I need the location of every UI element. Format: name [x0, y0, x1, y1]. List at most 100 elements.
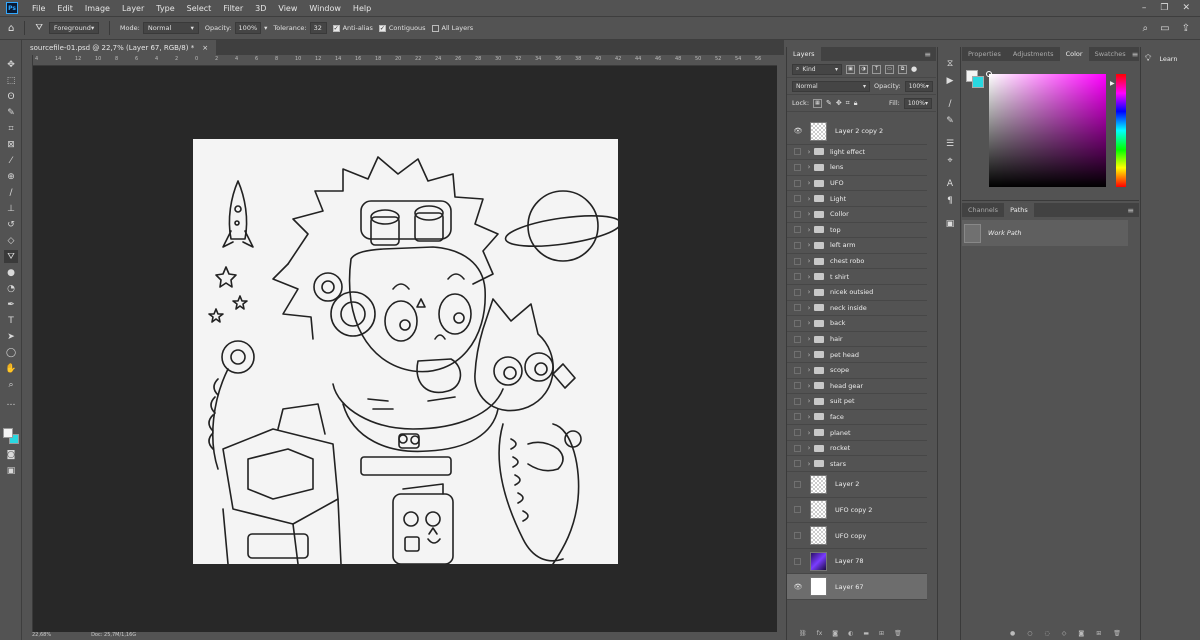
filter-toggle-icon[interactable]: ● — [911, 65, 917, 73]
layer-group-row[interactable]: › lens — [787, 160, 927, 176]
visibility-toggle-box[interactable] — [794, 288, 801, 296]
layer-row[interactable]: Layer 2 — [787, 472, 927, 498]
visibility-toggle-box[interactable] — [794, 444, 801, 452]
type-tool-icon[interactable]: T — [4, 314, 18, 327]
visibility-toggle-box[interactable] — [794, 148, 801, 156]
healing-brush-tool-icon[interactable]: ⊕ — [4, 170, 18, 183]
menu-layer[interactable]: Layer — [116, 4, 150, 13]
visibility-toggle-box[interactable] — [794, 532, 801, 540]
tab-properties[interactable]: Properties — [962, 47, 1007, 61]
menu-type[interactable]: Type — [150, 4, 180, 13]
add-mask-icon[interactable]: ◙ — [832, 630, 838, 640]
brush-tool-icon[interactable]: ∕ — [4, 186, 18, 199]
visibility-toggle-box[interactable] — [794, 506, 801, 514]
chevron-right-icon[interactable]: › — [804, 163, 814, 171]
visibility-toggle-box[interactable] — [794, 319, 801, 327]
layer-group-row[interactable]: › Collor — [787, 207, 927, 223]
menu-window[interactable]: Window — [303, 4, 347, 13]
layer-opacity-field[interactable]: 100% ▾ — [904, 80, 933, 92]
layer-group-row[interactable]: › Light — [787, 191, 927, 207]
menu-help[interactable]: Help — [347, 4, 377, 13]
history-icon[interactable]: ⧖ — [943, 57, 957, 71]
foreground-color-swatch[interactable] — [3, 428, 13, 438]
layer-group-row[interactable]: › t shirt — [787, 269, 927, 285]
layer-group-row[interactable]: › top — [787, 223, 927, 239]
visibility-eye-icon[interactable]: 👁︎ — [792, 127, 804, 135]
anti-alias-checkbox[interactable]: ✓ Anti-alias — [332, 24, 373, 32]
layer-thumbnail[interactable] — [810, 500, 827, 520]
actions-play-icon[interactable]: ▶ — [943, 74, 957, 88]
filter-pixel-icon[interactable]: ▣ — [846, 64, 855, 74]
document-canvas[interactable] — [193, 139, 618, 564]
chevron-right-icon[interactable]: › — [804, 241, 814, 249]
layer-filter-kind-select[interactable]: ⌕ Kind ▾ — [792, 63, 842, 75]
layer-row[interactable]: UFO copy — [787, 523, 927, 549]
layer-thumbnail[interactable] — [810, 121, 827, 141]
background-color-chip[interactable] — [972, 76, 984, 88]
chevron-right-icon[interactable]: › — [804, 195, 814, 203]
visibility-toggle-box[interactable] — [794, 460, 801, 468]
menu-3d[interactable]: 3D — [249, 4, 272, 13]
fill-source-select[interactable]: Foreground ▾ — [48, 22, 99, 34]
brush-settings-icon[interactable]: ∕ — [943, 97, 957, 111]
all-layers-checkbox[interactable]: All Layers — [431, 24, 473, 32]
character-icon[interactable]: A — [943, 177, 957, 191]
contiguous-checkbox[interactable]: ✓ Contiguous — [378, 24, 426, 32]
maximize-icon[interactable]: ❐ — [1160, 3, 1168, 13]
chevron-right-icon[interactable]: › — [804, 335, 814, 343]
paragraph-icon[interactable]: ¶ — [943, 194, 957, 208]
panel-menu-icon[interactable]: ≡ — [1127, 203, 1139, 217]
visibility-toggle-box[interactable] — [794, 335, 801, 343]
menu-image[interactable]: Image — [79, 4, 116, 13]
blur-tool-icon[interactable]: ● — [4, 266, 18, 279]
stroke-path-icon[interactable]: ○ — [1027, 630, 1032, 640]
visibility-toggle-box[interactable] — [794, 195, 801, 203]
move-tool-icon[interactable]: ✥ — [4, 58, 18, 71]
layer-thumbnail[interactable] — [810, 526, 827, 546]
panel-menu-icon[interactable]: ≡ — [924, 47, 936, 61]
filter-type-icon[interactable]: T — [872, 64, 881, 74]
tab-channels[interactable]: Channels — [962, 203, 1004, 217]
layer-group-row[interactable]: › back — [787, 316, 927, 332]
hand-tool-icon[interactable]: ✋ — [4, 362, 18, 375]
chevron-right-icon[interactable]: › — [804, 319, 814, 327]
layer-row[interactable]: UFO copy 2 — [787, 498, 927, 524]
load-selection-icon[interactable]: ◌ — [1045, 630, 1050, 640]
hue-slider-handle-icon[interactable]: ▶ — [1110, 80, 1115, 87]
close-icon[interactable]: ✕ — [1182, 3, 1190, 13]
filter-smart-object-icon[interactable]: ⧉ — [898, 64, 907, 74]
layer-group-row[interactable]: › left arm — [787, 238, 927, 254]
visibility-eye-icon[interactable]: 👁︎ — [792, 583, 804, 591]
chevron-down-icon[interactable]: ▾ — [264, 24, 267, 32]
layer-thumbnail[interactable] — [810, 551, 827, 571]
visibility-toggle-box[interactable] — [794, 257, 801, 265]
paint-bucket-icon[interactable]: ⛛ — [35, 23, 43, 33]
horizontal-ruler[interactable]: 4 14 12 10 8 6 4 2 0 2 4 6 8 10 12 14 16 18 20 22 24 26 28 30 32… — [33, 55, 777, 66]
adjustments-sliders-icon[interactable]: ☰ — [943, 137, 957, 151]
share-icon[interactable]: ⇪ — [1182, 23, 1190, 34]
new-path-icon[interactable]: ⊞ — [1096, 630, 1101, 640]
menu-edit[interactable]: Edit — [51, 4, 79, 13]
fill-field[interactable]: 100% ▾ — [903, 97, 932, 109]
layer-group-row[interactable]: › stars — [787, 456, 927, 473]
chevron-right-icon[interactable]: › — [804, 273, 814, 281]
visibility-toggle-box[interactable] — [794, 413, 801, 421]
workspace-icon[interactable]: ▭ — [1160, 23, 1169, 34]
menu-filter[interactable]: Filter — [217, 4, 249, 13]
visibility-toggle-box[interactable] — [794, 429, 801, 437]
visibility-toggle-box[interactable] — [794, 163, 801, 171]
visibility-toggle-box[interactable] — [794, 480, 801, 488]
quick-select-tool-icon[interactable]: ✎ — [4, 106, 18, 119]
frame-tool-icon[interactable]: ⊠ — [4, 138, 18, 151]
link-layers-icon[interactable]: ⛓ — [799, 630, 807, 640]
adjustment-layer-icon[interactable]: ◐ — [848, 630, 853, 640]
layer-row[interactable]: Layer 78 — [787, 549, 927, 575]
chevron-right-icon[interactable]: › — [804, 366, 814, 374]
chevron-right-icon[interactable]: › — [804, 413, 814, 421]
glyphs-icon[interactable]: ▣ — [943, 217, 957, 231]
layer-group-row[interactable]: › hair — [787, 332, 927, 348]
screen-mode-icon[interactable]: ▣ — [4, 464, 18, 477]
visibility-toggle-box[interactable] — [794, 241, 801, 249]
lasso-tool-icon[interactable]: ʘ — [4, 90, 18, 103]
chevron-right-icon[interactable]: › — [804, 210, 814, 218]
